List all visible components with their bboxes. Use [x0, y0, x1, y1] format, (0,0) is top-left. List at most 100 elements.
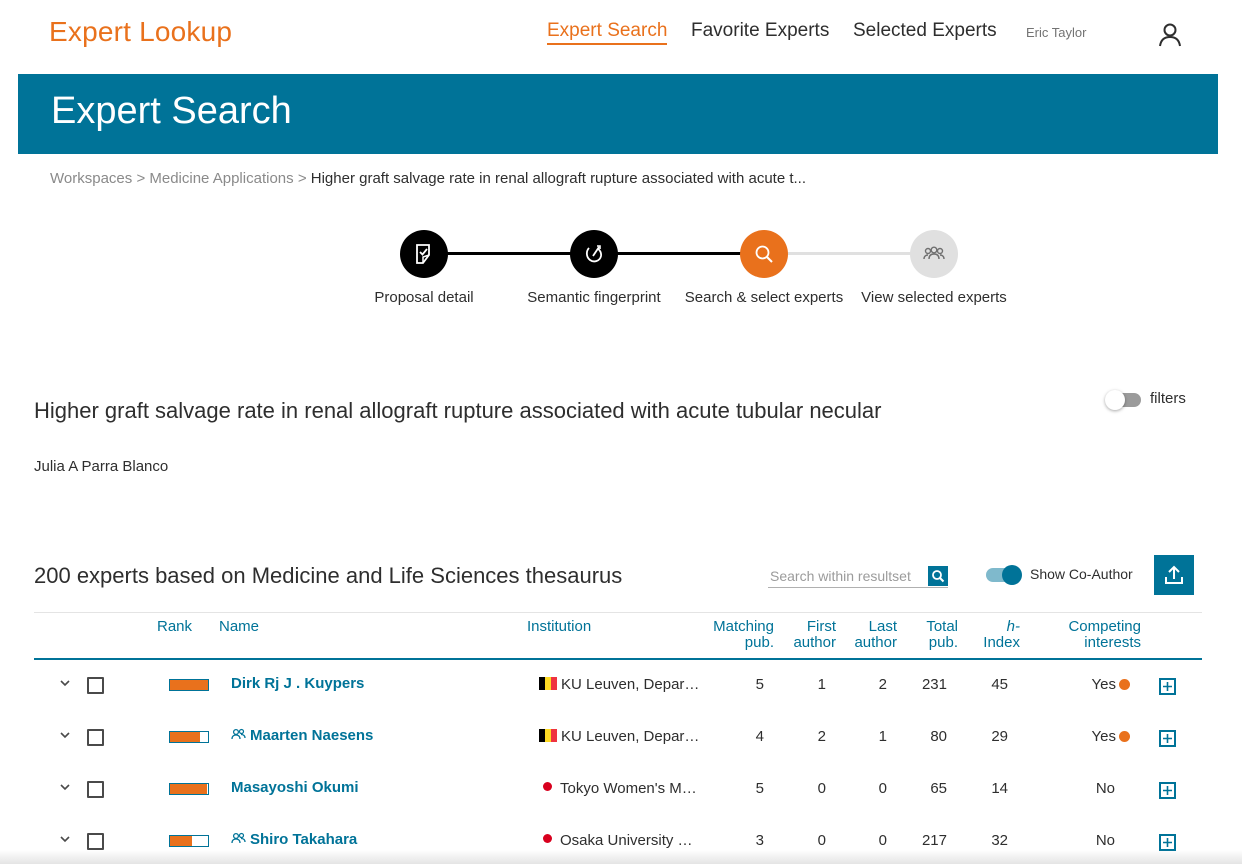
institution-cell: Tokyo Women's Medical University: [539, 780, 701, 797]
h-index-value: 45: [991, 676, 1008, 693]
column-header-line: Last: [868, 618, 897, 635]
export-icon: [1165, 565, 1183, 584]
column-header-line: Matching: [713, 618, 774, 635]
step-view-selected-experts[interactable]: [910, 230, 958, 278]
institution-name: Osaka University Faculty of Medicine: [560, 832, 701, 849]
table-row: Dirk Rj J . Kuypers KU Leuven, Departmen…: [0, 660, 1242, 712]
add-expert-button[interactable]: [1159, 782, 1176, 799]
export-button[interactable]: [1154, 555, 1194, 595]
table-row: Masayoshi Okumi Tokyo Women's Medical Un…: [0, 764, 1242, 816]
last-author-value: 0: [878, 832, 887, 849]
column-header-name[interactable]: Name: [219, 619, 259, 635]
last-author-value: 1: [878, 728, 887, 745]
column-header-competing-interests[interactable]: Competing interests: [1040, 619, 1141, 651]
last-author-value: 2: [878, 676, 887, 693]
japan-flag-icon: [543, 834, 552, 843]
add-expert-button[interactable]: [1159, 834, 1176, 851]
total-pub-value: 65: [930, 780, 947, 797]
rank-bar-fill: [170, 784, 207, 794]
competing-interests-value: Yes: [1091, 728, 1116, 745]
rank-bar-fill: [170, 680, 208, 690]
column-header-line: First: [806, 618, 836, 635]
competing-interests-value: No: [1095, 780, 1115, 797]
step-proposal-detail[interactable]: [400, 230, 448, 278]
competing-interest-dot-icon: [1119, 679, 1130, 690]
matching-pub-value: 4: [755, 728, 764, 745]
h-index-value: 32: [991, 832, 1008, 849]
matching-pub-value: 5: [755, 676, 764, 693]
add-expert-button[interactable]: [1159, 730, 1176, 747]
chevron-down-icon[interactable]: [58, 728, 72, 742]
institution-name: KU Leuven, Department of Microbiology an…: [561, 676, 701, 693]
breadcrumb-current: Higher graft salvage rate in renal allog…: [310, 170, 807, 187]
column-header-line: Total: [926, 618, 958, 635]
row-checkbox[interactable]: [87, 781, 104, 798]
nav-selected-experts[interactable]: Selected Experts: [853, 20, 997, 42]
filters-label: filters: [1150, 390, 1186, 407]
breadcrumb-workspaces[interactable]: Workspaces: [50, 170, 132, 187]
chevron-down-icon[interactable]: [58, 676, 72, 690]
breadcrumb-medicine-applications[interactable]: Medicine Applications: [149, 170, 293, 187]
column-header-line: author: [793, 634, 836, 651]
step-semantic-fingerprint[interactable]: [570, 230, 618, 278]
people-icon: [923, 246, 945, 260]
nav-expert-search[interactable]: Expert Search: [547, 20, 668, 45]
results-title: 200 experts based on Medicine and Life S…: [34, 563, 623, 588]
rank-bar-fill: [170, 836, 193, 846]
breadcrumb: Workspaces > Medicine Applications > Hig…: [50, 170, 806, 187]
column-header-h-index[interactable]: h- Index: [970, 619, 1020, 651]
row-checkbox[interactable]: [87, 677, 104, 694]
total-pub-value: 231: [921, 676, 947, 693]
toggle-knob: [1002, 565, 1022, 585]
user-icon[interactable]: [1157, 22, 1183, 48]
app-logo[interactable]: Expert Lookup: [49, 16, 232, 48]
column-header-total-pub[interactable]: Total pub.: [908, 619, 958, 651]
expert-name: Masayoshi Okumi: [231, 779, 359, 796]
plus-icon: [1163, 786, 1172, 795]
chevron-down-icon[interactable]: [58, 832, 72, 846]
column-header-italic: h-: [1006, 618, 1020, 635]
matching-pub-value: 3: [755, 832, 764, 849]
user-name[interactable]: Eric Taylor: [1026, 25, 1086, 40]
expert-name: Maarten Naesens: [250, 727, 374, 744]
expert-name-link[interactable]: Dirk Rj J . Kuypers: [231, 675, 364, 692]
column-header-line: interests: [1084, 634, 1141, 651]
japan-flag-icon: [543, 782, 552, 791]
column-header-matching-pub[interactable]: Matching pub.: [704, 619, 774, 651]
h-index-value: 29: [991, 728, 1008, 745]
nav-favorite-experts[interactable]: Favorite Experts: [691, 20, 829, 42]
total-pub-value: 217: [921, 832, 947, 849]
column-header-rank[interactable]: Rank: [157, 619, 192, 635]
expert-name-link[interactable]: Masayoshi Okumi: [231, 779, 359, 796]
add-expert-button[interactable]: [1159, 678, 1176, 695]
row-checkbox[interactable]: [87, 833, 104, 850]
expert-name-link[interactable]: Maarten Naesens: [231, 727, 373, 744]
coauthor-icon: [231, 728, 246, 740]
row-checkbox[interactable]: [87, 729, 104, 746]
resultset-search-button[interactable]: [928, 566, 948, 586]
chevron-down-icon[interactable]: [58, 780, 72, 794]
column-header-institution[interactable]: Institution: [527, 619, 591, 635]
expert-name: Dirk Rj J . Kuypers: [231, 675, 365, 692]
proposal-icon: [416, 244, 430, 264]
plus-icon: [1163, 682, 1172, 691]
column-header-last-author[interactable]: Last author: [847, 619, 897, 651]
step-connector: [786, 252, 914, 255]
resultset-search-input[interactable]: [768, 566, 923, 586]
institution-cell: KU Leuven, Department of Microbiology an…: [539, 676, 701, 693]
last-author-value: 0: [878, 780, 887, 797]
matching-pub-value: 5: [755, 780, 764, 797]
show-coauthor-toggle[interactable]: [986, 565, 1022, 585]
competing-interests-value: No: [1095, 832, 1115, 849]
total-pub-value: 80: [930, 728, 947, 745]
belgium-flag-icon: [539, 729, 557, 742]
breadcrumb-separator: >: [136, 170, 146, 187]
column-header-line: author: [854, 634, 897, 651]
step-search-select-experts[interactable]: [740, 230, 788, 278]
rank-bar: [169, 679, 209, 691]
expert-name-link[interactable]: Shiro Takahara: [231, 831, 357, 848]
first-author-value: 0: [817, 780, 826, 797]
filters-toggle[interactable]: [1105, 390, 1141, 410]
column-header-first-author[interactable]: First author: [786, 619, 836, 651]
column-header-line: Competing: [1068, 618, 1141, 635]
